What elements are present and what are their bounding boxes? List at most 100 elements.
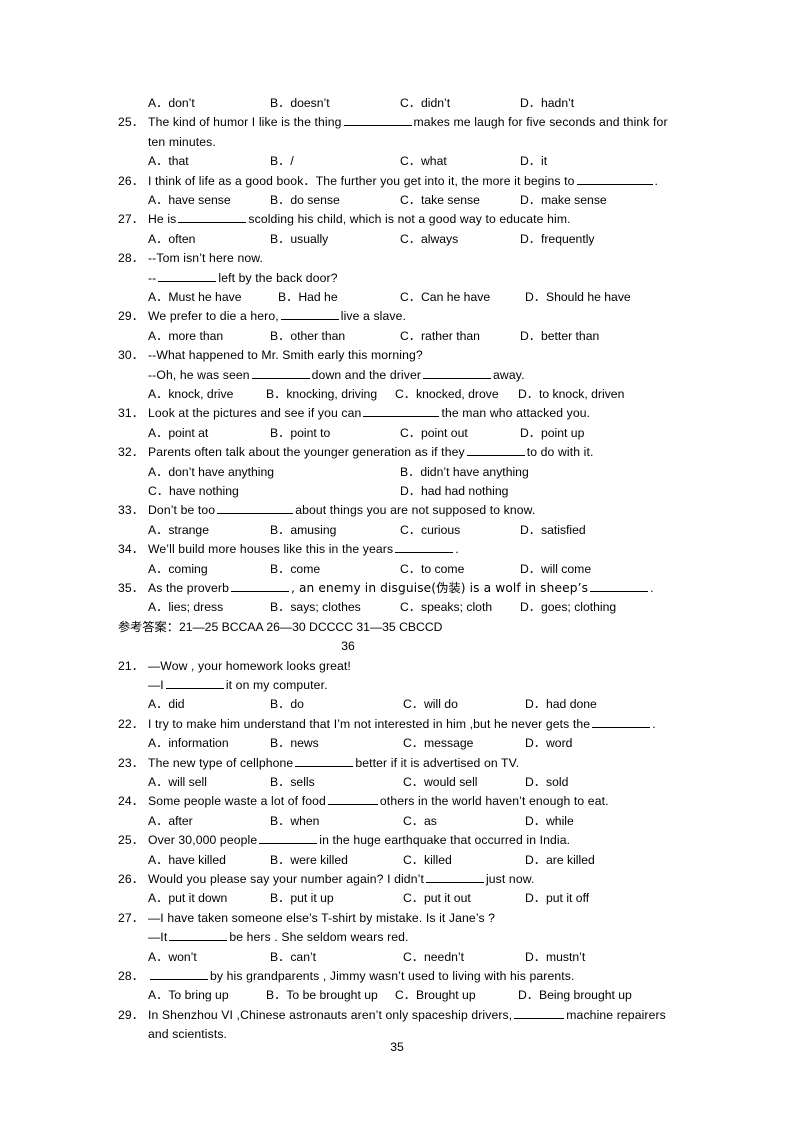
option-d[interactable]: D．satisfied xyxy=(520,521,586,540)
option-d[interactable]: D．will come xyxy=(520,560,591,579)
option-c[interactable]: C．take sense xyxy=(400,191,480,210)
answer-blank[interactable] xyxy=(363,405,440,418)
option-b[interactable]: B．usually xyxy=(270,230,328,249)
answer-blank[interactable] xyxy=(178,211,247,224)
answer-blank[interactable] xyxy=(576,172,653,185)
option-a[interactable]: A．information xyxy=(148,734,229,753)
option-c[interactable]: C．didn’t xyxy=(400,94,450,113)
answer-blank[interactable] xyxy=(259,832,318,845)
option-b[interactable]: B．other than xyxy=(270,327,345,346)
answer-blank-2[interactable] xyxy=(423,366,492,379)
answer-blank[interactable] xyxy=(165,677,224,689)
option-a[interactable]: A．put it down xyxy=(148,889,227,908)
option-a[interactable]: A．after xyxy=(148,812,193,831)
option-a[interactable]: A．that xyxy=(148,152,189,171)
option-b[interactable]: B．when xyxy=(270,812,319,831)
option-b[interactable]: B．news xyxy=(270,734,319,753)
option-d[interactable]: D．had done xyxy=(525,695,597,714)
option-c[interactable]: C．to come xyxy=(400,560,464,579)
option-c[interactable]: C．Brought up xyxy=(395,986,476,1005)
answer-blank[interactable] xyxy=(592,716,651,728)
answer-blank[interactable] xyxy=(466,444,525,457)
option-b[interactable]: B．can’t xyxy=(270,948,316,967)
option-b[interactable]: B．point to xyxy=(270,424,330,443)
answer-blank[interactable] xyxy=(251,366,310,379)
answer-blank-2[interactable] xyxy=(590,580,649,592)
option-c[interactable]: C．have nothing xyxy=(148,482,239,501)
option-b[interactable]: B．says; clothes xyxy=(270,598,361,617)
answer-blank[interactable] xyxy=(230,580,289,592)
option-d[interactable]: D．sold xyxy=(525,773,568,792)
option-c[interactable]: C．put it out xyxy=(403,889,471,908)
option-d[interactable]: D．goes; clothing xyxy=(520,598,616,617)
option-d[interactable]: D．while xyxy=(525,812,574,831)
option-a[interactable]: A．Must he have xyxy=(148,288,241,307)
option-c[interactable]: C．point out xyxy=(400,424,468,443)
option-c[interactable]: C．as xyxy=(403,812,437,831)
answer-blank[interactable] xyxy=(158,269,217,282)
option-c[interactable]: C．Can he have xyxy=(400,288,490,307)
option-d[interactable]: D．are killed xyxy=(525,851,595,870)
option-d[interactable]: D．word xyxy=(525,734,572,753)
answer-blank[interactable] xyxy=(295,754,354,767)
option-d[interactable]: D．point up xyxy=(520,424,584,443)
answer-blank[interactable] xyxy=(327,793,378,806)
option-b[interactable]: B．sells xyxy=(270,773,315,792)
option-c[interactable]: C．needn’t xyxy=(403,948,464,967)
option-a[interactable]: A．knock, drive xyxy=(148,385,233,404)
option-b[interactable]: B．didn’t have anything xyxy=(400,463,529,482)
option-a[interactable]: A．lies; dress xyxy=(148,598,223,617)
option-a[interactable]: A．often xyxy=(148,230,195,249)
option-a[interactable]: A．don’t xyxy=(148,94,195,113)
option-a[interactable]: A．did xyxy=(148,695,185,714)
option-a[interactable]: A．coming xyxy=(148,560,208,579)
option-c[interactable]: C．knocked, drove xyxy=(395,385,499,404)
option-d[interactable]: D．Being brought up xyxy=(518,986,632,1005)
option-b[interactable]: B．were killed xyxy=(270,851,348,870)
option-a[interactable]: A．won’t xyxy=(148,948,197,967)
answer-blank[interactable] xyxy=(514,1007,565,1019)
answer-blank[interactable] xyxy=(150,968,208,980)
option-a[interactable]: A．To bring up xyxy=(148,986,229,1005)
option-d[interactable]: D．had had nothing xyxy=(400,482,508,501)
answer-blank[interactable] xyxy=(169,929,228,942)
option-a[interactable]: A．have sense xyxy=(148,191,231,210)
option-b[interactable]: B．/ xyxy=(270,152,294,171)
option-d[interactable]: D．it xyxy=(520,152,547,171)
option-c[interactable]: C．rather than xyxy=(400,327,480,346)
answer-blank[interactable] xyxy=(425,871,484,883)
option-b[interactable]: B．To be brought up xyxy=(266,986,378,1005)
option-c[interactable]: C．message xyxy=(403,734,473,753)
option-b[interactable]: B．do xyxy=(270,695,304,714)
option-c[interactable]: C．would sell xyxy=(403,773,478,792)
option-b[interactable]: B．Had he xyxy=(278,288,338,307)
option-d[interactable]: D．Should he have xyxy=(525,288,631,307)
option-d[interactable]: D．make sense xyxy=(520,191,607,210)
option-c[interactable]: C．speaks; cloth xyxy=(400,598,492,617)
option-c[interactable]: C．always xyxy=(400,230,458,249)
option-d[interactable]: D．mustn’t xyxy=(525,948,585,967)
answer-blank[interactable] xyxy=(395,541,454,554)
option-d[interactable]: D．hadn’t xyxy=(520,94,574,113)
option-b[interactable]: B．come xyxy=(270,560,320,579)
answer-blank[interactable] xyxy=(280,308,339,321)
option-a[interactable]: A．have killed xyxy=(148,851,226,870)
option-a[interactable]: A．don’t have anything xyxy=(148,463,274,482)
option-d[interactable]: D．better than xyxy=(520,327,599,346)
option-b[interactable]: B．knocking, driving xyxy=(266,385,377,404)
option-c[interactable]: C．curious xyxy=(400,521,460,540)
option-c[interactable]: C．killed xyxy=(403,851,452,870)
option-a[interactable]: A．will sell xyxy=(148,773,207,792)
option-a[interactable]: A．point at xyxy=(148,424,208,443)
answer-blank[interactable] xyxy=(217,502,294,515)
option-a[interactable]: A．strange xyxy=(148,521,209,540)
option-d[interactable]: D．to knock, driven xyxy=(518,385,624,404)
option-c[interactable]: C．will do xyxy=(403,695,458,714)
option-d[interactable]: D．frequently xyxy=(520,230,595,249)
option-d[interactable]: D．put it off xyxy=(525,889,589,908)
option-b[interactable]: B．amusing xyxy=(270,521,336,540)
option-c[interactable]: C．what xyxy=(400,152,447,171)
option-a[interactable]: A．more than xyxy=(148,327,223,346)
answer-blank[interactable] xyxy=(343,114,412,127)
option-b[interactable]: B．doesn’t xyxy=(270,94,330,113)
